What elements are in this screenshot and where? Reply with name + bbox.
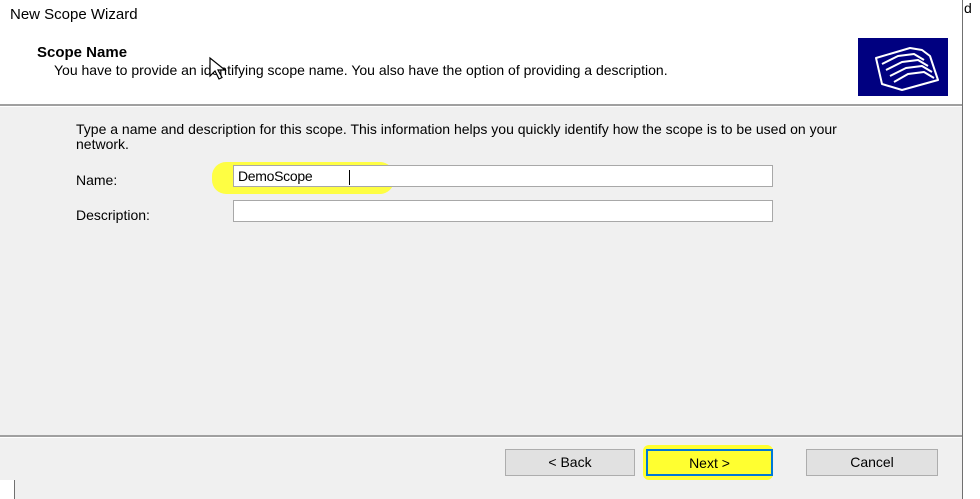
back-button[interactable]: < Back (505, 449, 635, 476)
description-label: Description: (76, 207, 150, 223)
description-input[interactable] (233, 200, 773, 222)
page-title: Scope Name (37, 44, 128, 61)
name-input[interactable]: DemoScope (233, 165, 773, 187)
page-subtitle: You have to provide an identifying scope… (54, 62, 668, 78)
wizard-header: Scope Name You have to provide an identi… (0, 30, 962, 104)
cancel-button[interactable]: Cancel (806, 449, 938, 476)
text-caret (349, 170, 350, 185)
title-bar: New Scope Wizard (0, 0, 962, 30)
folders-icon (858, 38, 948, 96)
next-button[interactable]: Next > (646, 449, 773, 476)
name-label: Name: (76, 172, 118, 188)
background-window-corner (0, 480, 15, 499)
name-input-value: DemoScope (238, 168, 313, 184)
footer-divider (0, 435, 962, 438)
window-title: New Scope Wizard (10, 6, 138, 23)
header-divider (0, 104, 962, 107)
background-window-edge (962, 0, 980, 499)
background-text: d (964, 0, 972, 16)
mouse-pointer-icon (209, 56, 227, 80)
intro-text: Type a name and description for this sco… (76, 121, 837, 152)
